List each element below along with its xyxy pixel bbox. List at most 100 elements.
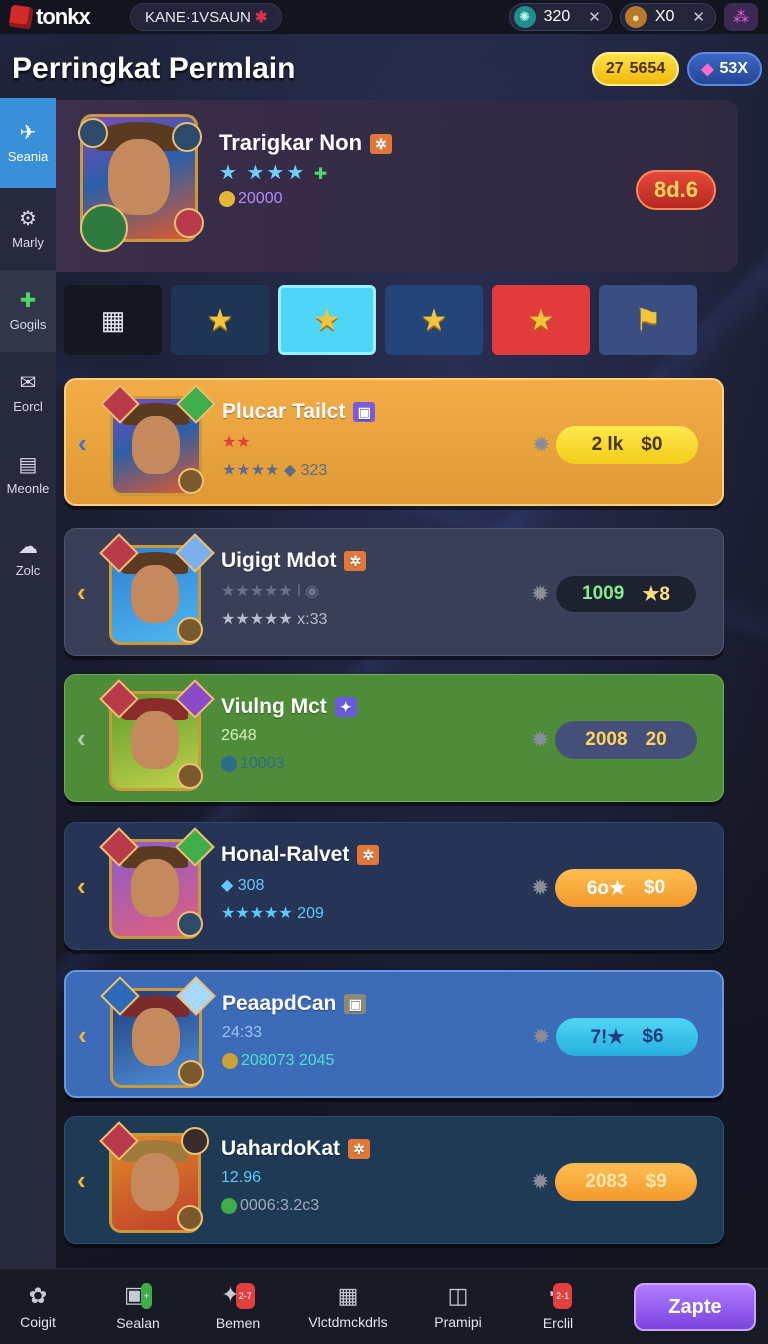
player-profile-card[interactable]: Trarigkar Non ✲ ★ ★★★ ✚ 20000 8d.6: [56, 100, 738, 272]
player-name-text: Honal-Ralvet: [221, 843, 350, 866]
tag-icon: ✲: [348, 1139, 371, 1160]
tab-star-3[interactable]: ★: [385, 285, 483, 355]
profile-name-text: Trarigkar Non: [219, 130, 363, 155]
server-selector[interactable]: KANE·1VSAUN ✱: [130, 3, 283, 31]
avatar-mini-icon: [181, 1127, 209, 1155]
chevron-left-icon[interactable]: ‹: [77, 577, 86, 608]
header-currencies: 27 5654 ◆ 53X: [591, 52, 762, 86]
nav-badge: 2-1: [553, 1282, 573, 1309]
tab-flag[interactable]: ⚑: [599, 285, 697, 355]
close-icon[interactable]: ✕: [692, 8, 705, 26]
star-icon: ★: [527, 303, 555, 337]
list-item[interactable]: ‹ UahardoKat ✲ 12.96 0006:3.2c3 ✹ 2083 $9: [64, 1116, 724, 1244]
sidebar-item-seania[interactable]: ✈ Seania: [0, 98, 56, 188]
score-pill[interactable]: 2083 $9: [555, 1163, 697, 1201]
list-item[interactable]: ‹ Uigigt Mdot ✲ ★★★★★ l ◉ ★★★★★ x:33 ✹ 10…: [64, 528, 724, 656]
zapte-button[interactable]: Zapte: [634, 1283, 756, 1331]
tab-all[interactable]: ▦: [64, 285, 162, 355]
cloud-icon: ☁: [18, 535, 38, 558]
player-stats: 0006:3.2c3: [221, 1197, 319, 1215]
score-pill[interactable]: 2 lk $0: [556, 426, 698, 464]
list-item[interactable]: ‹ Plucar Tailct ▣ ★★ ★★★★ ◆ 323 ✹ 2 lk $0: [64, 378, 724, 506]
pin-badge-icon: [178, 468, 204, 494]
chevron-left-icon[interactable]: ‹: [78, 428, 87, 459]
gear-icon: ✹: [531, 875, 550, 900]
score-right: $9: [645, 1171, 667, 1192]
player-rank: 24:33: [222, 1024, 263, 1041]
nav-label: Pramipi: [434, 1313, 482, 1330]
star-flag-icon: ★: [420, 303, 448, 337]
close-icon[interactable]: ✕: [588, 8, 601, 26]
gem-value: 53X: [719, 60, 748, 77]
nav-item-pramipi[interactable]: ◫ Pramipi: [408, 1283, 508, 1330]
nav-label: Sealan: [116, 1314, 160, 1331]
nav-item-erclil[interactable]: ◔2-1 Erclil: [508, 1282, 608, 1331]
flag-icon: ⚑: [634, 303, 662, 337]
resource-group: ✺ 320 ✕ ● X0 ✕ ⁂: [508, 3, 758, 31]
star-icon: ★: [206, 303, 234, 337]
pin-badge-icon: [178, 1060, 204, 1086]
gear-icon: ✹: [531, 1169, 550, 1194]
player-rank: ★★: [222, 434, 251, 451]
puzzle-icon: ✚: [19, 289, 37, 312]
chevron-left-icon[interactable]: ‹: [77, 871, 86, 902]
score-pill[interactable]: 6o★ $0: [555, 869, 697, 907]
score-right: $0: [641, 434, 663, 455]
score-left: 2008: [585, 729, 628, 750]
player-name: PeaapdCan ▣: [222, 992, 367, 1016]
chevron-left-icon[interactable]: ‹: [78, 1020, 87, 1051]
nav-label: Coigit: [20, 1313, 56, 1330]
timer-icon: ◔2-1: [544, 1282, 573, 1309]
star-icon: ✦2-7: [221, 1282, 255, 1309]
sidebar-item-meonle[interactable]: ▤ Meonle: [0, 434, 56, 516]
sidebar-item-gogils[interactable]: ✚ Gogils: [0, 270, 56, 352]
list-item[interactable]: ‹ PeaapdCan ▣ 24:33 208073 2045 ✹ 7!★ $6: [64, 970, 724, 1098]
gear-gem-icon: ✺: [513, 6, 536, 28]
score-pill[interactable]: 1009 ★8: [555, 575, 697, 613]
face-shape: [130, 1152, 180, 1212]
sidebar-item-zolc[interactable]: ☁ Zolc: [0, 516, 56, 598]
star-icon: ★: [313, 303, 341, 337]
face-shape: [131, 415, 181, 475]
pin-badge-icon: [177, 617, 203, 643]
nav-item-vlctdmckdrls[interactable]: ▦ Vlctdmckdrls: [288, 1283, 408, 1330]
player-name-text: Uigigt Mdot: [221, 549, 337, 572]
player-name: Viulng Mct ✦: [221, 695, 357, 719]
gear-icon: ✹: [532, 432, 551, 457]
page-header: Perringkat Permlain 27 5654 ◆ 53X: [0, 40, 768, 98]
nav-item-coigit[interactable]: ✿ Coigit: [0, 1282, 88, 1330]
tab-star-4[interactable]: ★: [492, 285, 590, 355]
resource-gems[interactable]: ✺ 320 ✕: [508, 3, 612, 31]
score-right: $6: [642, 1026, 664, 1047]
chevron-left-icon[interactable]: ‹: [77, 723, 86, 754]
tab-star-1[interactable]: ★: [171, 285, 269, 355]
nav-item-bemen[interactable]: ✦2-7 Bemen: [188, 1282, 288, 1331]
sidebar-item-marly[interactable]: ⚙ Marly: [0, 188, 56, 270]
sidebar-item-label: Eorcl: [13, 398, 43, 414]
pouch-icon: ●: [624, 6, 647, 28]
tag-icon: ▣: [344, 994, 367, 1015]
list-item[interactable]: ‹ Viulng Mct ✦ 2648 10003 ✹ 2008 20: [64, 674, 724, 802]
score-pill[interactable]: 2008 20: [555, 721, 697, 759]
tab-star-2[interactable]: ★: [278, 285, 376, 355]
player-stats: ★★★★★ 209: [221, 905, 324, 922]
gear-icon: ✿: [28, 1282, 48, 1308]
mail-icon: ✉: [19, 371, 37, 394]
score-pill[interactable]: 7!★ $6: [556, 1018, 698, 1056]
sidebar-item-label: Zolc: [15, 562, 41, 578]
nav-item-sealan[interactable]: ▣+ Sealan: [88, 1282, 188, 1331]
resource-pouch[interactable]: ● X0 ✕: [619, 3, 716, 31]
gold-currency[interactable]: 27 5654: [591, 52, 680, 86]
chevron-left-icon[interactable]: ‹: [77, 1165, 86, 1196]
sidebar-item-eorcl[interactable]: ✉ Eorcl: [0, 352, 56, 434]
tag-icon: ✦: [334, 697, 357, 718]
gem-currency[interactable]: ◆ 53X: [687, 52, 762, 86]
gear-icon: ✹: [531, 727, 550, 752]
menu-icon[interactable]: ⁂: [724, 3, 758, 31]
player-name: Honal-Ralvet ✲: [221, 843, 380, 867]
plus-icon: ✚: [313, 166, 330, 183]
player-stats: ★★★★★ x:33: [221, 611, 328, 628]
player-name-text: PeaapdCan: [222, 992, 337, 1015]
avatar-badge: [80, 204, 128, 252]
list-item[interactable]: ‹ Honal-Ralvet ✲ ◆ 308 ★★★★★ 209 ✹ 6o★ $0: [64, 822, 724, 950]
